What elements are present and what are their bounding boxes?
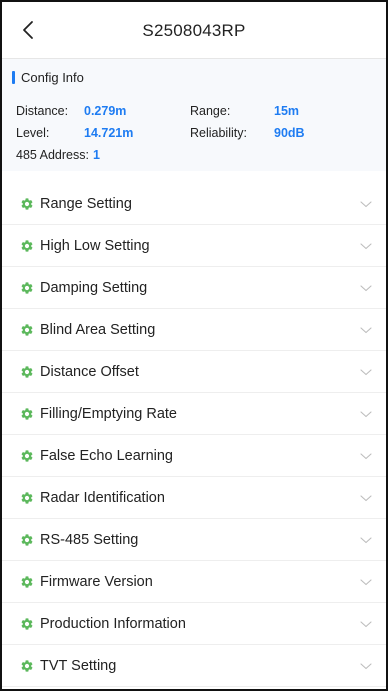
config-info-heading: Config Info (12, 68, 84, 86)
config-info-title: Config Info (21, 69, 84, 85)
menu-item-label: Range Setting (40, 196, 132, 212)
menu-item-false-echo-learning[interactable]: False Echo Learning (2, 435, 386, 477)
address-value: 1 (92, 148, 100, 162)
chevron-down-icon[interactable] (360, 451, 372, 461)
reliability-label: Reliability: (190, 126, 247, 140)
menu-item-radar-identification[interactable]: Radar Identification (2, 477, 386, 519)
gear-icon (21, 660, 33, 672)
gear-icon (21, 450, 33, 462)
level-label: Level: (16, 126, 50, 140)
menu-item-firmware-version[interactable]: Firmware Version (2, 561, 386, 603)
section-accent-bar (12, 70, 15, 84)
menu-item-label: RS-485 Setting (40, 532, 139, 548)
chevron-down-icon[interactable] (360, 661, 372, 671)
menu-item-label: Production Information (40, 616, 186, 632)
address-row: 485 Address: 1 (16, 147, 100, 163)
gear-icon (21, 324, 33, 336)
range-value: 15m (274, 104, 300, 118)
config-info-panel: Config Info Distance: 0.279m Range: 15m … (2, 59, 386, 171)
chevron-down-icon[interactable] (360, 577, 372, 587)
reliability-value: 90dB (274, 126, 305, 140)
chevron-down-icon[interactable] (360, 493, 372, 503)
menu-item-label: Blind Area Setting (40, 322, 156, 338)
chevron-down-icon[interactable] (360, 367, 372, 377)
chevron-down-icon[interactable] (360, 325, 372, 335)
menu-item-distance-offset[interactable]: Distance Offset (2, 351, 386, 393)
address-label: 485 Address: (16, 148, 89, 162)
gear-icon (21, 240, 33, 252)
distance-value: 0.279m (84, 104, 127, 118)
menu-item-label: Distance Offset (40, 364, 139, 380)
menu-item-high-low-setting[interactable]: High Low Setting (2, 225, 386, 267)
menu-item-label: Damping Setting (40, 280, 148, 296)
gear-icon (21, 492, 33, 504)
menu-item-range-setting[interactable]: Range Setting (2, 183, 386, 225)
gear-icon (21, 198, 33, 210)
chevron-down-icon[interactable] (360, 535, 372, 545)
distance-label: Distance: (16, 104, 69, 118)
gear-icon (21, 534, 33, 546)
gear-icon (21, 576, 33, 588)
menu-item-tvt-setting[interactable]: TVT Setting (2, 645, 386, 687)
top-bar: S2508043RP (2, 2, 386, 59)
chevron-down-icon[interactable] (360, 619, 372, 629)
menu-item-label: TVT Setting (40, 658, 117, 674)
menu-item-label: Radar Identification (40, 490, 165, 506)
section-divider (2, 171, 386, 183)
range-label: Range: (190, 104, 231, 118)
menu-item-label: Firmware Version (40, 574, 153, 590)
level-value: 14.721m (84, 126, 134, 140)
chevron-down-icon[interactable] (360, 283, 372, 293)
gear-icon (21, 408, 33, 420)
chevron-down-icon[interactable] (360, 409, 372, 419)
menu-item-label: Filling/Emptying Rate (40, 406, 177, 422)
gear-icon (21, 618, 33, 630)
app-screen: S2508043RP Config Info Distance: 0.279m … (0, 0, 388, 691)
menu-item-filling-emptying-rate[interactable]: Filling/Emptying Rate (2, 393, 386, 435)
settings-menu-list: Range Setting High Low Setting Damping S… (2, 183, 386, 687)
page-title: S2508043RP (142, 21, 246, 40)
chevron-down-icon[interactable] (360, 199, 372, 209)
gear-icon (21, 282, 33, 294)
menu-item-blind-area-setting[interactable]: Blind Area Setting (2, 309, 386, 351)
menu-item-production-information[interactable]: Production Information (2, 603, 386, 645)
menu-item-damping-setting[interactable]: Damping Setting (2, 267, 386, 309)
menu-item-label: High Low Setting (40, 238, 150, 254)
menu-item-label: False Echo Learning (40, 448, 173, 464)
gear-icon (21, 366, 33, 378)
menu-item-rs-485-setting[interactable]: RS-485 Setting (2, 519, 386, 561)
chevron-down-icon[interactable] (360, 241, 372, 251)
